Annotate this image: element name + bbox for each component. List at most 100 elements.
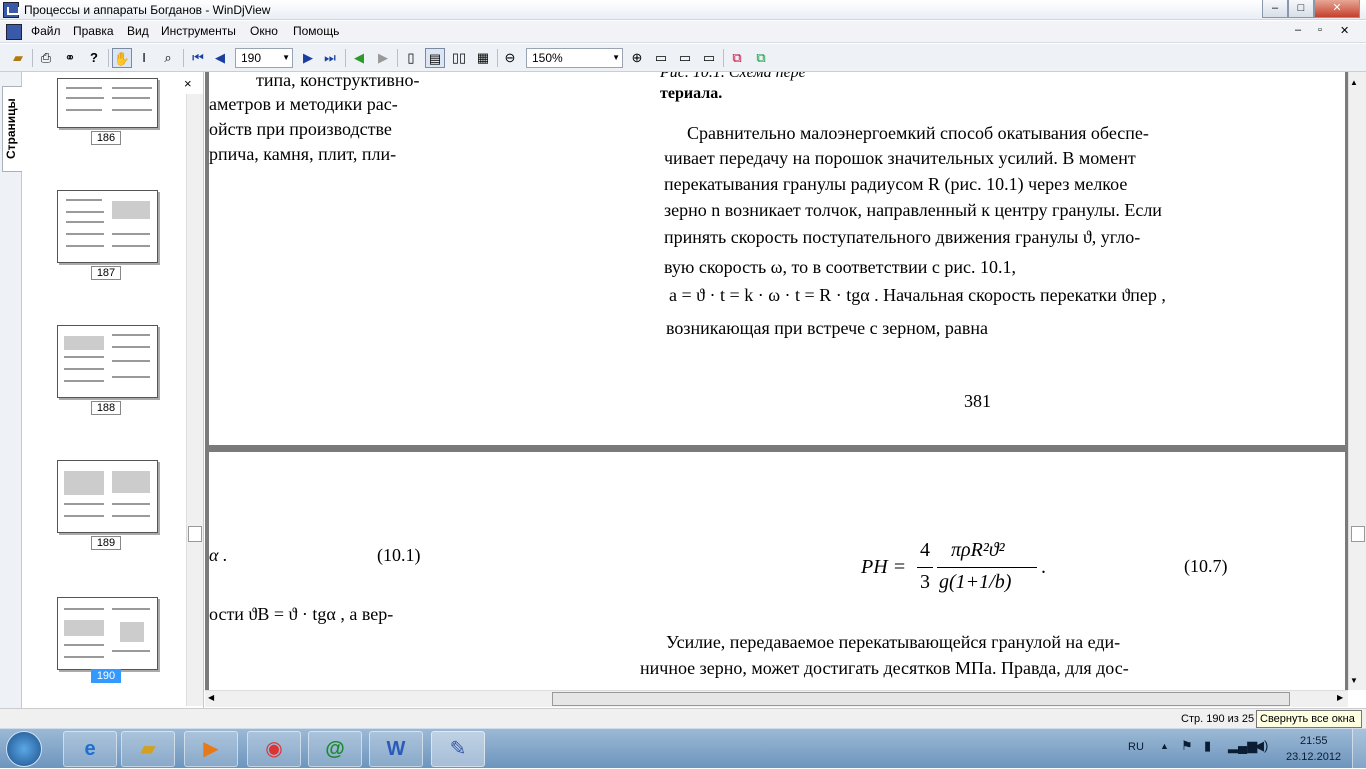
hand-tool-icon[interactable]: ✋ <box>112 48 132 68</box>
facing-pages-icon[interactable]: ▯▯ <box>449 48 469 68</box>
zoom-tool-icon[interactable]: ⌕ <box>158 48 178 68</box>
page-info: Стр. 190 из 25 <box>1181 713 1255 725</box>
document-icon[interactable] <box>6 24 22 40</box>
thumbnail-187[interactable] <box>57 190 158 263</box>
close-panel-icon[interactable]: × <box>184 76 192 91</box>
zoom-out-icon[interactable]: ⊖ <box>500 48 520 68</box>
taskbar-chrome[interactable]: ◉ <box>247 731 301 767</box>
taskbar-word[interactable]: W <box>369 731 423 767</box>
horizontal-scrollbar[interactable]: ◀ ▶ <box>205 690 1348 707</box>
taskbar-media[interactable]: ▶ <box>184 731 238 767</box>
language-indicator[interactable]: RU <box>1128 741 1144 753</box>
thumbnail-scrollbar[interactable] <box>186 94 203 706</box>
scroll-thumb[interactable] <box>1351 526 1365 542</box>
text-line: Усилие, передаваемое перекатывающейся гр… <box>666 632 1121 652</box>
find-icon[interactable]: ⚭ <box>60 48 80 68</box>
help-icon[interactable]: ? <box>84 48 104 68</box>
menu-view[interactable]: Вид <box>124 24 152 38</box>
thumbnail-189[interactable] <box>57 460 158 533</box>
menu-bar: Файл Правка Вид Инструменты Окно Помощь … <box>0 21 1366 43</box>
text-line: аметров и методики рас- <box>209 94 398 114</box>
thumbnail-label: 186 <box>91 131 121 145</box>
scroll-thumb[interactable] <box>552 692 1290 706</box>
scroll-down-icon[interactable]: ▼ <box>1350 676 1358 685</box>
zoom-combo[interactable]: 150% ▼ <box>526 48 623 68</box>
media-icon: ▶ <box>203 738 219 760</box>
chevron-down-icon: ▼ <box>612 53 620 62</box>
first-page-icon[interactable]: ⏮ <box>188 48 208 68</box>
continuous-facing-icon[interactable]: ▦ <box>473 48 493 68</box>
taskbar-agent[interactable]: @ <box>308 731 362 767</box>
taskbar-explorer[interactable]: ▰ <box>121 731 175 767</box>
fit-width-icon[interactable]: ▭ <box>675 48 695 68</box>
doc-restore-button[interactable]: ▫ <box>1318 24 1322 36</box>
taskbar-ie[interactable]: e <box>63 731 117 767</box>
continuous-page-icon[interactable]: ▤ <box>425 48 445 68</box>
text-line: зерно n возникает толчок, направленный к… <box>664 200 1162 220</box>
title-bar: Процессы и аппараты Богданов - WinDjView… <box>0 0 1366 20</box>
flag-icon[interactable]: ⚑ <box>1181 738 1193 754</box>
menu-tools[interactable]: Инструменты <box>158 24 239 38</box>
forward-icon[interactable]: ▶ <box>373 48 393 68</box>
open-icon[interactable]: ▰ <box>8 48 28 68</box>
text-line: типа, конструктивно- <box>256 72 420 90</box>
device-icon[interactable]: ▮ <box>1204 738 1211 754</box>
menu-help[interactable]: Помощь <box>290 24 342 38</box>
actual-size-icon[interactable]: ▭ <box>699 48 719 68</box>
show-desktop-button[interactable] <box>1352 729 1366 769</box>
chrome-icon: ◉ <box>265 738 283 760</box>
folder-icon: ▰ <box>140 738 156 760</box>
figure-caption: териала. <box>660 85 723 102</box>
start-button[interactable] <box>6 731 42 767</box>
menu-edit[interactable]: Правка <box>70 24 117 38</box>
maximize-button[interactable]: □ <box>1288 0 1314 18</box>
menu-window[interactable]: Окно <box>247 24 281 38</box>
network-icon[interactable]: ▂▄▆ <box>1228 738 1257 754</box>
mail-agent-icon: @ <box>325 738 345 760</box>
volume-icon[interactable]: ◀) <box>1254 738 1268 754</box>
page-number-combo[interactable]: 190 ▼ <box>235 48 293 68</box>
fraction-bar <box>917 567 933 568</box>
clock-time[interactable]: 21:55 <box>1300 735 1328 747</box>
minimize-button[interactable]: – <box>1262 0 1288 18</box>
text-line: ничное зерно, может достигать десятков М… <box>640 658 1129 678</box>
doc-close-button[interactable]: ✕ <box>1340 24 1349 37</box>
single-page-icon[interactable]: ▯ <box>401 48 421 68</box>
scroll-up-icon[interactable]: ▲ <box>1350 78 1358 87</box>
prev-page-icon[interactable]: ◀ <box>210 48 230 68</box>
select-text-icon[interactable]: I <box>134 48 154 68</box>
text-line: вую скорость ω, то в соответствии с рис.… <box>664 257 1016 277</box>
scroll-left-icon[interactable]: ◀ <box>208 693 214 702</box>
thumbnail-186[interactable] <box>57 78 158 128</box>
fit-page-icon[interactable]: ▭ <box>651 48 671 68</box>
thumbnail-label: 187 <box>91 266 121 280</box>
scroll-thumb[interactable] <box>188 526 202 542</box>
page-381: типа, конструктивно- аметров и методики … <box>209 72 1345 445</box>
rotate-right-icon[interactable]: ⧉ <box>751 48 771 68</box>
thumbnail-188[interactable] <box>57 325 158 398</box>
doc-minimize-button[interactable]: – <box>1295 24 1301 36</box>
thumbnail-190[interactable] <box>57 597 158 670</box>
scroll-right-icon[interactable]: ▶ <box>1337 693 1343 702</box>
next-page-icon[interactable]: ▶ <box>298 48 318 68</box>
show-hidden-icons[interactable]: ▲ <box>1160 741 1169 751</box>
rotate-left-icon[interactable]: ⧉ <box>727 48 747 68</box>
text-line: ойств при производстве <box>209 119 392 139</box>
last-page-icon[interactable]: ⏭ <box>320 48 340 68</box>
tab-pages[interactable]: Страницы <box>2 86 22 172</box>
print-icon[interactable]: ⎙ <box>36 48 56 68</box>
clock-date[interactable]: 23.12.2012 <box>1286 751 1341 763</box>
page-382: α . (10.1) ости ϑB = ϑ · tgα , а вер- PH… <box>209 452 1345 690</box>
thumbnail-label: 189 <box>91 536 121 550</box>
vertical-scrollbar[interactable]: ▲ ▼ <box>1348 72 1366 690</box>
figure-caption: Рис. 10.1. Схема пере <box>660 72 806 81</box>
back-icon[interactable]: ◀ <box>349 48 369 68</box>
text-line: рпича, камня, плит, пли- <box>209 144 397 164</box>
menu-file[interactable]: Файл <box>28 24 64 38</box>
thumbnail-label: 188 <box>91 401 121 415</box>
document-view[interactable]: типа, конструктивно- аметров и методики … <box>205 72 1348 690</box>
taskbar-windjview[interactable]: ✎ <box>431 731 485 767</box>
app-icon <box>3 2 20 18</box>
close-button[interactable]: ✕ <box>1314 0 1360 18</box>
zoom-in-icon[interactable]: ⊕ <box>627 48 647 68</box>
